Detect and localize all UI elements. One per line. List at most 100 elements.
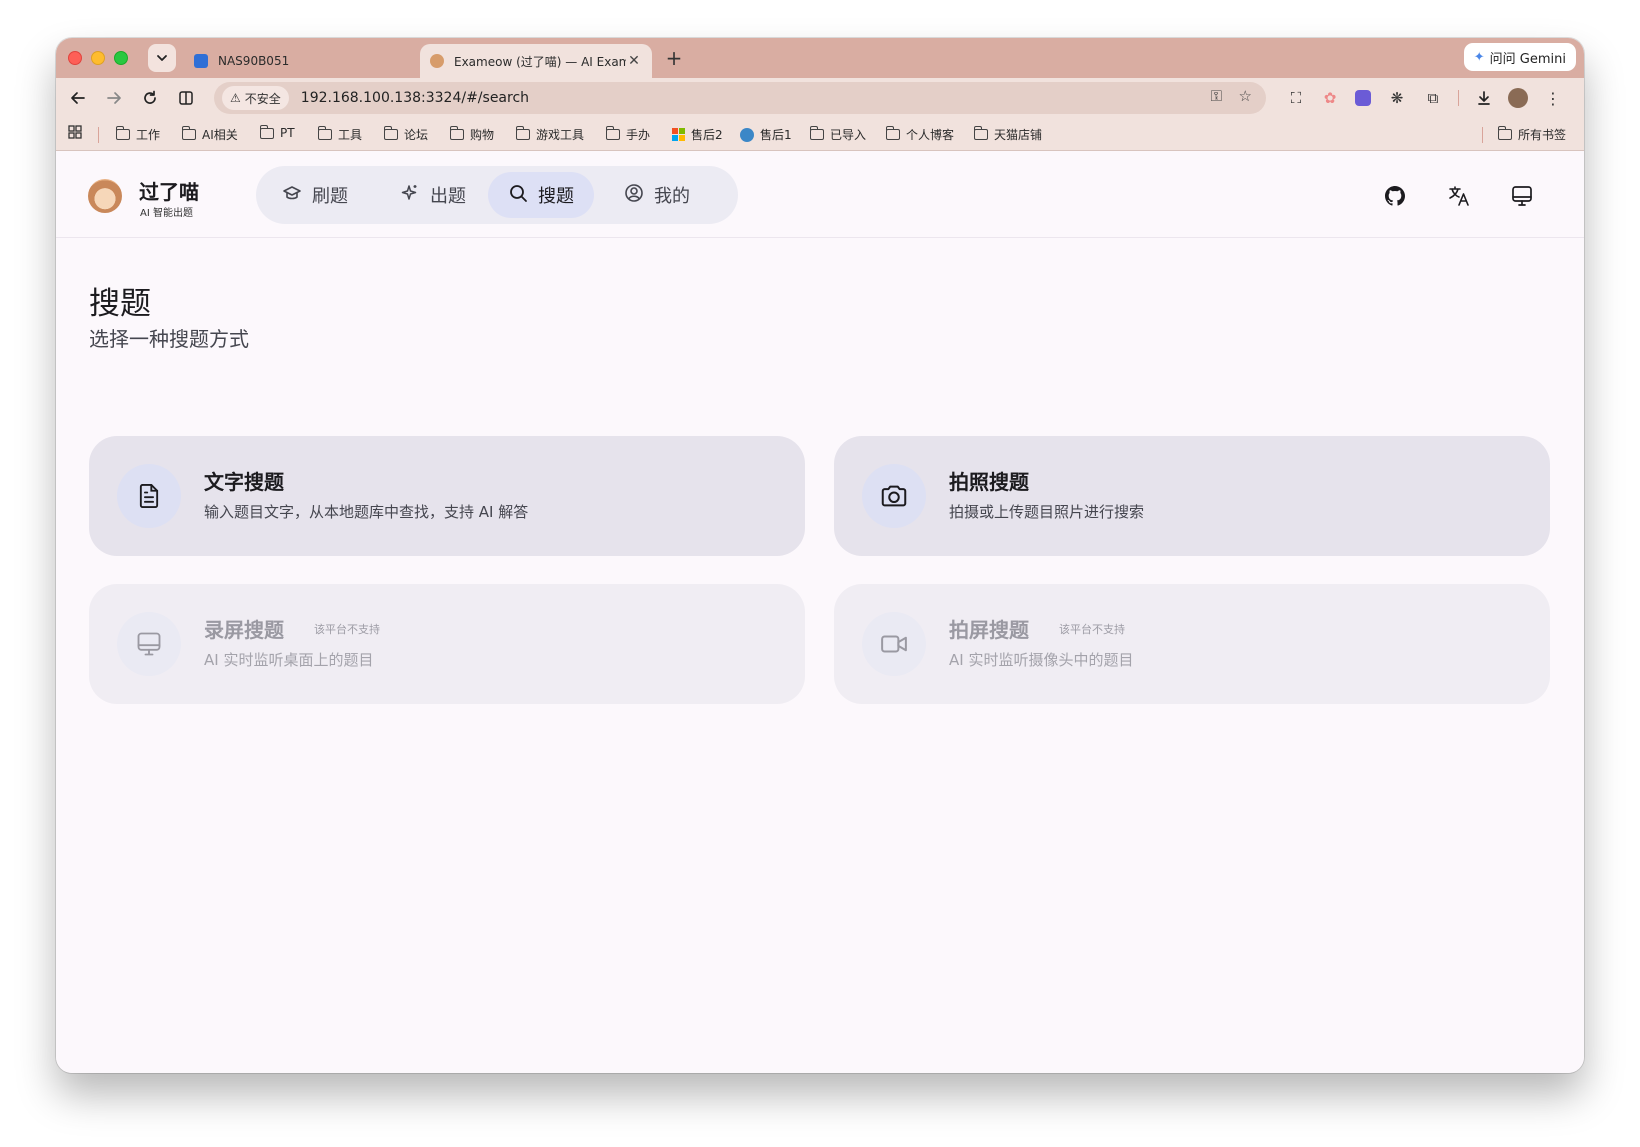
minimize-window-button[interactable] bbox=[91, 51, 105, 65]
gemini-label: 问问 Gemini bbox=[1489, 51, 1566, 67]
download-icon[interactable] bbox=[1474, 88, 1494, 108]
nav-label: 我的 bbox=[654, 186, 690, 207]
bookmark-link[interactable]: 售后1 bbox=[740, 126, 792, 143]
bookmark-label: 所有书签 bbox=[1518, 128, 1567, 142]
bookmark-link[interactable]: 售后2 bbox=[672, 126, 723, 143]
bookmark-label: 论坛 bbox=[404, 128, 429, 142]
card-description: 拍摄或上传题目照片进行搜索 bbox=[949, 503, 1145, 521]
browser-toolbar: ⚠ 不安全 192.168.100.138:3324/#/search ⚿ ☆ … bbox=[56, 78, 1584, 118]
video-camera-icon bbox=[862, 612, 926, 676]
bookmark-label: 已导入 bbox=[830, 128, 867, 142]
split-view-icon bbox=[179, 91, 193, 105]
bookmark-star-icon[interactable]: ☆ bbox=[1239, 87, 1252, 105]
bookmark-folder[interactable]: 手办 bbox=[605, 126, 650, 143]
bookmark-folder[interactable]: 天猫店铺 bbox=[973, 126, 1042, 143]
camera-screen-search-card: 拍屏搜题 该平台不支持 AI 实时监听摄像头中的题目 bbox=[834, 584, 1550, 704]
new-tab-button[interactable]: + bbox=[662, 46, 686, 70]
camera-icon bbox=[862, 464, 926, 528]
nav-item-practice[interactable]: 刷题 bbox=[262, 172, 368, 218]
back-button[interactable] bbox=[66, 86, 90, 110]
github-icon[interactable] bbox=[1382, 183, 1408, 209]
bookmark-folder[interactable]: 已导入 bbox=[809, 126, 867, 143]
folder-icon bbox=[515, 126, 530, 140]
address-bar[interactable]: ⚠ 不安全 192.168.100.138:3324/#/search ⚿ ☆ bbox=[214, 82, 1266, 114]
gemini-sparkle-icon: ✦ bbox=[1473, 49, 1485, 65]
puzzle-extensions-icon[interactable]: ⧉ bbox=[1423, 88, 1443, 108]
logo-title[interactable]: 过了喵 bbox=[139, 176, 199, 205]
bookmarks-bar: 工作 AI相关 PT 工具 论坛 购物 游戏工具 手办 售后2 售后1 已导入 … bbox=[56, 118, 1584, 151]
purple-extension-icon[interactable] bbox=[1353, 88, 1373, 108]
bookmark-folder[interactable]: 论坛 bbox=[383, 126, 429, 143]
nav-item-profile[interactable]: 我的 bbox=[604, 172, 710, 218]
nav-item-generate[interactable]: 出题 bbox=[380, 172, 486, 218]
nas-favicon-icon bbox=[194, 54, 208, 68]
bookmark-label: 工具 bbox=[338, 128, 363, 142]
bookmark-folder[interactable]: AI相关 bbox=[181, 126, 238, 143]
url-text[interactable]: 192.168.100.138:3324/#/search bbox=[301, 90, 529, 106]
text-search-card[interactable]: 文字搜题 输入题目文字，从本地题库中查找，支持 AI 解答 bbox=[89, 436, 805, 556]
bookmark-label: 工作 bbox=[136, 128, 161, 142]
chevron-down-icon bbox=[157, 55, 167, 61]
bookmark-label: AI相关 bbox=[202, 128, 238, 142]
search-icon bbox=[508, 183, 528, 208]
bookmark-folder[interactable]: 游戏工具 bbox=[515, 126, 585, 143]
folder-icon bbox=[317, 126, 332, 140]
bookmark-folder[interactable]: 工具 bbox=[317, 126, 363, 143]
file-text-icon bbox=[117, 464, 181, 528]
folder-icon bbox=[973, 126, 988, 140]
tab-exameow[interactable]: Exameow (过了喵) — AI Exam ✕ bbox=[420, 44, 652, 78]
card-title: 文字搜题 bbox=[204, 470, 284, 494]
tab-search-button[interactable] bbox=[148, 44, 176, 72]
pink-extension-icon[interactable]: ✿ bbox=[1320, 88, 1340, 108]
openai-extension-icon[interactable]: ❋ bbox=[1387, 88, 1407, 108]
browser-window: NAS90B051 ✕ Exameow (过了喵) — AI Exam ✕ + … bbox=[56, 38, 1584, 1073]
main-nav: 刷题 出题 搜题 我的 bbox=[256, 166, 738, 224]
maximize-window-button[interactable] bbox=[114, 51, 128, 65]
nav-item-search[interactable]: 搜题 bbox=[488, 172, 594, 218]
card-title: 录屏搜题 bbox=[204, 618, 284, 642]
nav-label: 搜题 bbox=[538, 186, 574, 207]
tab-strip: NAS90B051 ✕ Exameow (过了喵) — AI Exam ✕ + … bbox=[56, 38, 1584, 78]
photo-search-card[interactable]: 拍照搜题 拍摄或上传题目照片进行搜索 bbox=[834, 436, 1550, 556]
security-chip[interactable]: ⚠ 不安全 bbox=[222, 86, 289, 110]
reload-icon bbox=[144, 90, 156, 104]
card-description: AI 实时监听桌面上的题目 bbox=[204, 651, 374, 669]
bookmark-label: 购物 bbox=[470, 128, 495, 142]
sparkles-icon bbox=[400, 183, 420, 208]
close-window-button[interactable] bbox=[68, 51, 82, 65]
close-tab-icon[interactable]: ✕ bbox=[626, 53, 642, 69]
globe-icon bbox=[740, 127, 754, 142]
folder-icon bbox=[181, 126, 196, 140]
monitor-icon[interactable] bbox=[1509, 183, 1535, 209]
bookmark-label: 游戏工具 bbox=[536, 128, 585, 142]
all-bookmarks[interactable]: 所有书签 bbox=[1497, 126, 1567, 143]
cat-logo-icon[interactable] bbox=[88, 179, 122, 213]
card-description: AI 实时监听摄像头中的题目 bbox=[949, 651, 1134, 669]
profile-avatar[interactable] bbox=[1508, 88, 1528, 108]
bookmark-label: 售后2 bbox=[691, 128, 723, 142]
cat-favicon-icon bbox=[430, 54, 444, 68]
security-label: 不安全 bbox=[244, 91, 281, 106]
page-subtitle: 选择一种搜题方式 bbox=[89, 327, 249, 351]
password-key-icon[interactable]: ⚿ bbox=[1211, 87, 1222, 105]
bookmark-folder[interactable]: 购物 bbox=[449, 126, 495, 143]
folder-icon bbox=[809, 126, 824, 140]
bookmark-separator bbox=[1482, 127, 1483, 143]
apps-grid-icon[interactable] bbox=[68, 125, 82, 139]
reload-button[interactable] bbox=[138, 86, 162, 110]
translate-icon[interactable] bbox=[1446, 183, 1472, 209]
bookmark-separator bbox=[98, 127, 99, 143]
bookmark-folder[interactable]: PT bbox=[259, 124, 295, 140]
bookmark-folder[interactable]: 工作 bbox=[115, 126, 161, 143]
monitor-icon bbox=[117, 612, 181, 676]
more-menu-icon[interactable]: ⋮ bbox=[1543, 88, 1563, 108]
split-view-button[interactable] bbox=[174, 86, 198, 110]
bookmark-folder[interactable]: 个人博客 bbox=[885, 126, 954, 143]
ask-gemini-button[interactable]: ✦ 问问 Gemini bbox=[1463, 43, 1576, 71]
forward-button[interactable] bbox=[102, 86, 126, 110]
cast-extension-icon[interactable]: ⛶ bbox=[1286, 88, 1306, 108]
folder-icon bbox=[605, 126, 620, 140]
graduation-cap-icon bbox=[282, 183, 302, 208]
tab-title: NAS90B051 bbox=[218, 54, 290, 68]
arrow-right-icon bbox=[107, 92, 121, 104]
